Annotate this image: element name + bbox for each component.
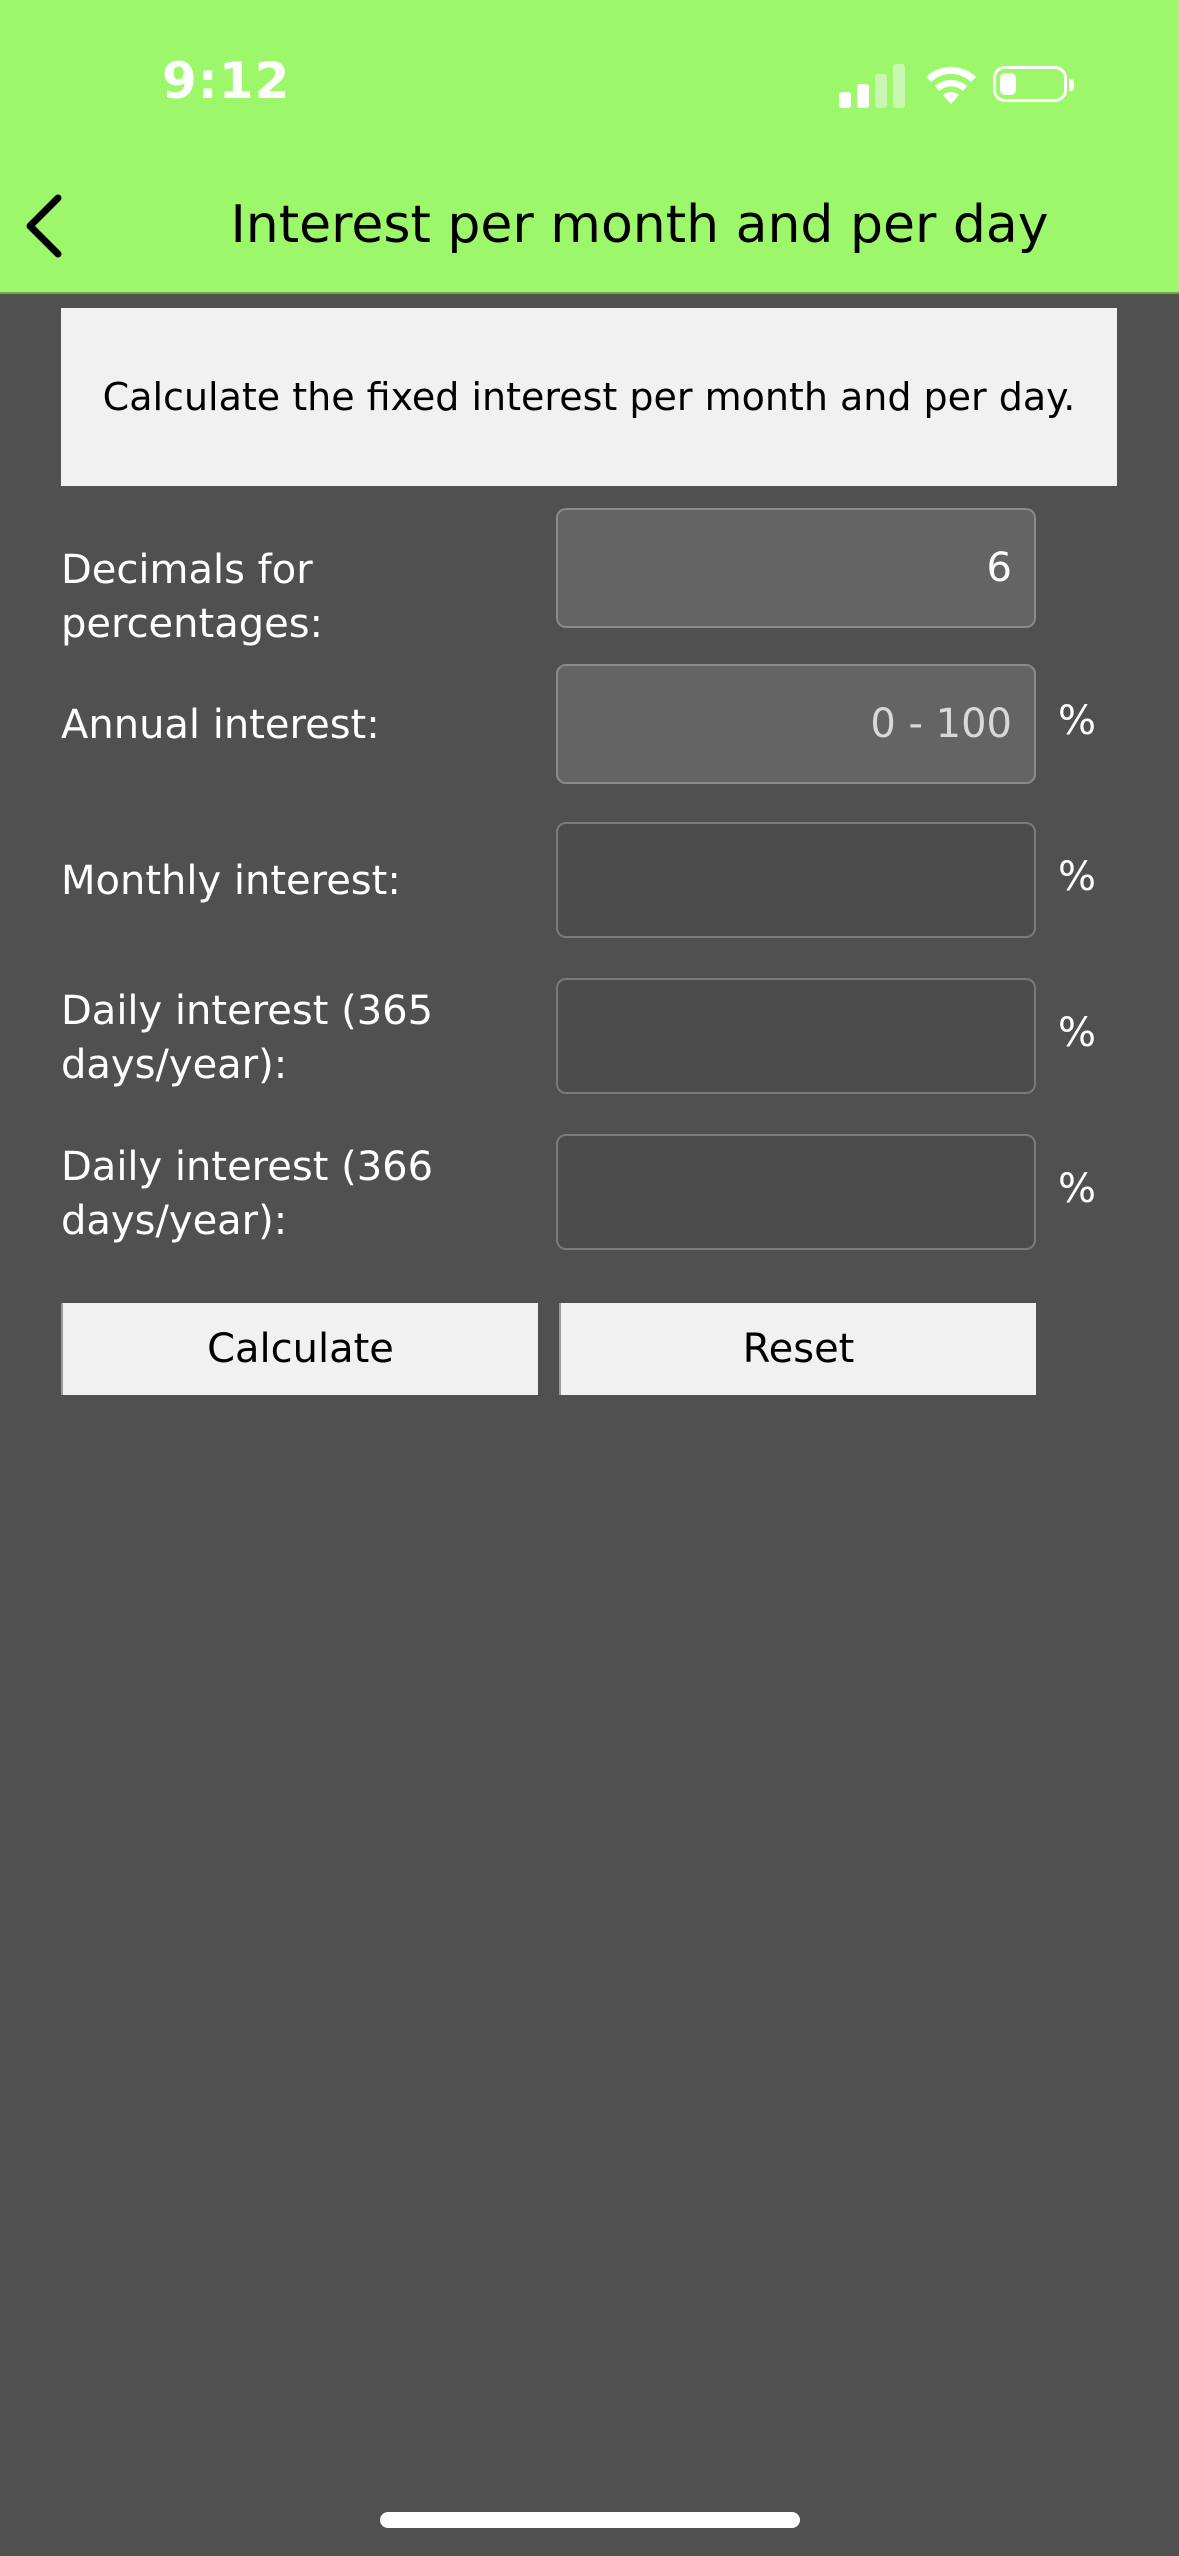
- home-indicator[interactable]: [380, 2512, 800, 2528]
- calculate-button-label: Calculate: [207, 1326, 394, 1372]
- daily-interest-365-label: Daily interest (365 days/year):: [61, 988, 434, 1088]
- decimals-label: Decimals for percentages:: [61, 547, 324, 647]
- reset-button-label: Reset: [742, 1326, 855, 1372]
- calculate-button[interactable]: Calculate: [61, 1303, 538, 1395]
- monthly-interest-output[interactable]: [556, 822, 1036, 938]
- decimals-input[interactable]: 6: [556, 508, 1036, 628]
- description-text: Calculate the fixed interest per month a…: [102, 375, 1076, 419]
- annual-interest-unit: %: [1058, 698, 1097, 744]
- monthly-interest-unit: %: [1058, 854, 1097, 900]
- monthly-interest-label: Monthly interest:: [61, 858, 401, 904]
- decimals-value: 6: [986, 545, 1012, 591]
- annual-interest-placeholder: 0 - 100: [870, 701, 1012, 747]
- daily-interest-365-output[interactable]: [556, 978, 1036, 1094]
- daily-interest-366-label: Daily interest (366 days/year):: [61, 1144, 434, 1244]
- reset-button[interactable]: Reset: [559, 1303, 1036, 1395]
- status-time: 9:12: [162, 52, 291, 110]
- status-icons: [839, 62, 1079, 112]
- navigation-header: 9:12 Interest per month and per day: [0, 0, 1179, 294]
- daily-interest-366-output[interactable]: [556, 1134, 1036, 1250]
- page-title: Interest per month and per day: [230, 195, 1049, 255]
- description-panel: Calculate the fixed interest per month a…: [61, 308, 1117, 486]
- annual-interest-label: Annual interest:: [61, 702, 380, 748]
- wifi-icon: [926, 66, 976, 104]
- daily-interest-366-unit: %: [1058, 1166, 1097, 1212]
- annual-interest-input[interactable]: 0 - 100: [556, 664, 1036, 784]
- daily-interest-365-unit: %: [1058, 1010, 1097, 1056]
- cellular-signal-icon: [839, 62, 909, 108]
- battery-icon: [993, 66, 1074, 102]
